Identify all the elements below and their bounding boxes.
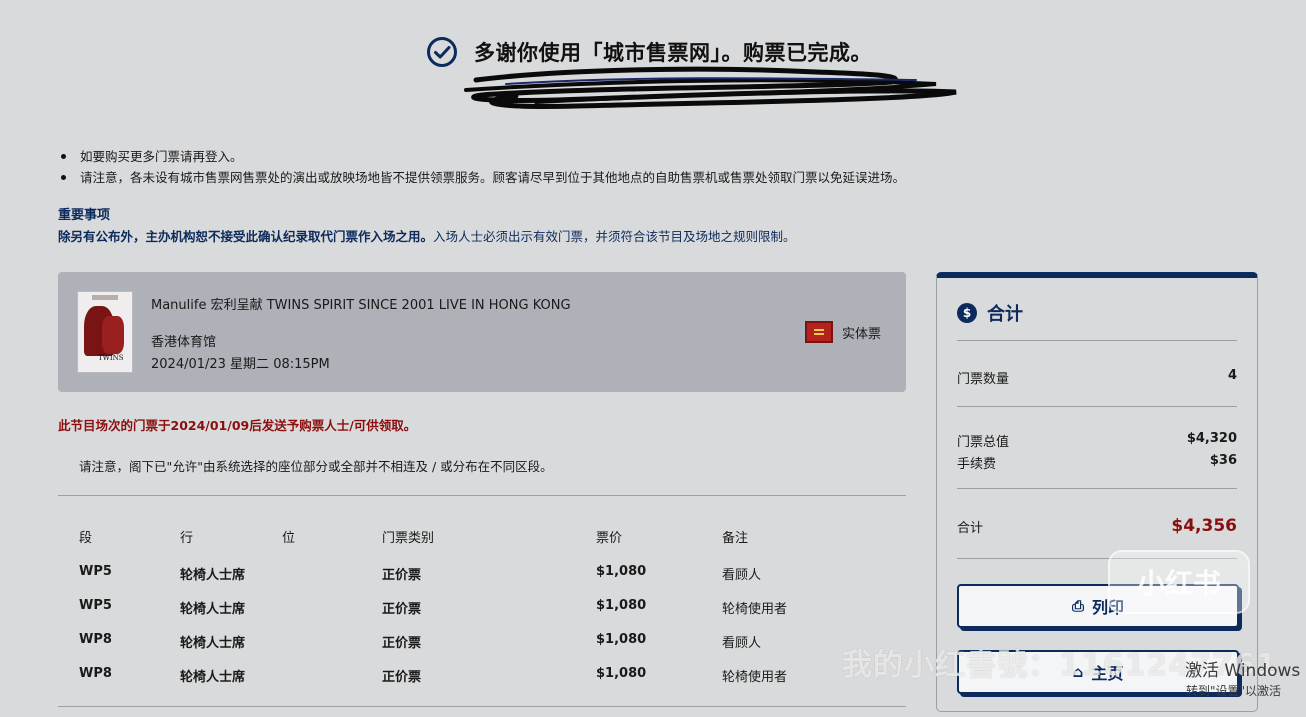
cell-price: $1,080 — [596, 564, 647, 579]
summary-title: 合计 — [987, 304, 1023, 325]
divider — [957, 488, 1237, 489]
poster-text: TWINS — [98, 354, 124, 362]
dollar-icon: $ — [957, 303, 977, 323]
cell-section: WP8 — [79, 666, 112, 681]
event-name: Manulife 宏利呈献 TWINS SPIRIT SINCE 2001 LI… — [151, 298, 571, 313]
windows-activation-subtitle: 转到"设置"以激活 — [1186, 684, 1282, 698]
total-value: $4,356 — [1171, 516, 1237, 536]
cell-ticket-class: 正价票 — [382, 670, 422, 685]
header-row: 行 — [180, 531, 194, 546]
cell-ticket-class: 正价票 — [382, 602, 422, 617]
cell-row: 轮椅人士席 — [180, 670, 246, 685]
cell-section: WP8 — [79, 632, 112, 647]
cell-section: WP5 — [79, 598, 112, 613]
important-bold-text: 除另有公布外，主办机构恕不接受此确认纪录取代门票作入场之用。 — [58, 229, 434, 244]
cell-remark: 看顾人 — [722, 568, 762, 583]
divider — [58, 706, 906, 707]
header-ticket-class: 门票类别 — [382, 531, 435, 546]
notice-item-login: 如要购买更多门票请再登入。 — [58, 146, 905, 167]
cell-ticket-class: 正价票 — [382, 636, 422, 651]
cell-row: 轮椅人士席 — [180, 568, 246, 583]
ticket-quantity-label: 门票数量 — [957, 372, 1010, 387]
cell-row: 轮椅人士席 — [180, 602, 246, 617]
printer-icon: ⎙ — [1071, 597, 1084, 615]
subtotal-value: $4,320 — [1186, 431, 1237, 446]
cell-remark: 看顾人 — [722, 636, 762, 651]
header-remark: 备注 — [722, 531, 749, 546]
cell-price: $1,080 — [596, 598, 647, 613]
redaction-scribble — [464, 66, 957, 109]
windows-activation-title: 激活 Windows — [1185, 661, 1301, 681]
header-section: 段 — [79, 531, 93, 546]
cell-price: $1,080 — [596, 666, 647, 681]
cell-ticket-class: 正价票 — [382, 568, 422, 583]
header-price: 票价 — [596, 531, 623, 546]
subtotal-label: 门票总值 — [957, 435, 1010, 450]
seat-allocation-note: 请注意，阁下已"允许"由系统选择的座位部分或全部并不相连及 / 或分布在不同区段… — [79, 459, 553, 474]
cell-row: 轮椅人士席 — [180, 636, 246, 651]
divider — [957, 340, 1237, 341]
cell-section: WP5 — [79, 564, 112, 579]
ticket-quantity-value: 4 — [1227, 368, 1237, 383]
divider — [957, 406, 1237, 407]
event-card: TWINS Manulife 宏利呈献 TWINS SPIRIT SINCE 2… — [58, 272, 906, 392]
cell-price: $1,080 — [596, 632, 647, 647]
notice-list: 如要购买更多门票请再登入。 请注意，各未设有城市售票网售票处的演出或放映场地皆不… — [58, 146, 905, 188]
important-heading: 重要事项 — [58, 208, 111, 223]
important-rule-text: 入场人士必须出示有效门票，并须符合该节目及场地之规则限制。 — [433, 229, 796, 244]
fee-value: $36 — [1209, 453, 1237, 468]
cell-remark: 轮椅使用者 — [722, 670, 788, 685]
total-label: 合计 — [957, 520, 984, 536]
summary-header: $ 合计 — [957, 300, 1023, 326]
dispatch-note: 此节目场次的门票于2024/01/09后发送予购票人士/可供领取。 — [58, 418, 417, 433]
fee-row: 手续费 $36 — [957, 453, 1237, 472]
ticket-quantity-row: 门票数量 4 — [957, 368, 1237, 387]
important-text: 除另有公布外，主办机构恕不接受此确认纪录取代门票作入场之用。入场人士必须出示有效… — [58, 226, 796, 245]
event-poster-image: TWINS — [77, 291, 133, 373]
xiaohongshu-badge: 小红书 — [1108, 550, 1250, 614]
header-seat: 位 — [282, 531, 296, 546]
ticket-type-label: 实体票 — [842, 326, 882, 342]
event-datetime: 2024/01/23 星期二 08:15PM — [151, 357, 330, 372]
total-row: 合计 $4,356 — [957, 516, 1237, 536]
ticket-type-badge: 实体票 — [805, 321, 881, 343]
event-venue: 香港体育馆 — [151, 335, 217, 350]
physical-ticket-icon — [805, 321, 833, 343]
notice-item-pickup: 请注意，各未设有城市售票网售票处的演出或放映场地皆不提供领票服务。顾客请尽早到位… — [58, 167, 905, 188]
fee-label: 手续费 — [957, 457, 997, 472]
cell-remark: 轮椅使用者 — [722, 602, 788, 617]
divider — [58, 495, 906, 496]
subtotal-row: 门票总值 $4,320 — [957, 431, 1237, 450]
